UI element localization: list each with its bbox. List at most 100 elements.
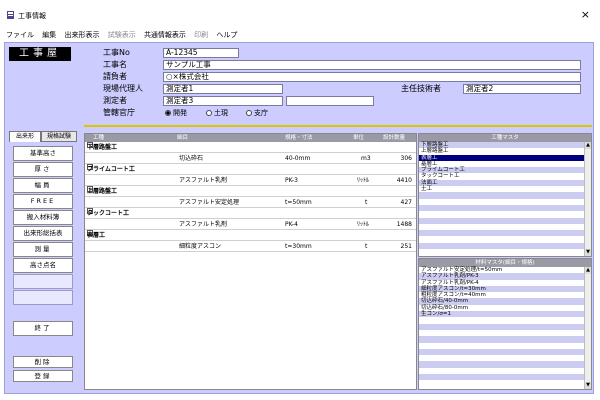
app-icon [7, 11, 14, 19]
sokutei-field[interactable]: 測定者3 [163, 96, 283, 106]
menu-shiken[interactable]: 試験表示 [108, 30, 136, 40]
row-unit: ﾘｯﾄﾙ [357, 221, 370, 228]
menu-kyotsu[interactable]: 共通情報表示 [144, 30, 186, 40]
shunin-field[interactable]: 測定者2 [463, 84, 581, 94]
close-icon[interactable]: × [581, 8, 590, 21]
register-button[interactable]: 登録 [13, 370, 73, 382]
row-qty: 251 [400, 243, 412, 250]
table-row[interactable]: 細粒度アスコン t=30mm t 251 [85, 241, 416, 252]
btn-dekigata-sokatsu[interactable]: 出来形総括表 [13, 226, 73, 241]
koshu-master-header: 工種マスタ [419, 134, 591, 142]
radio-dot [246, 110, 252, 116]
row-category: 上層路盤工 [87, 188, 118, 195]
btn-atsusa[interactable]: 厚さ [13, 162, 73, 177]
side-tabs: 出来形 規格試験 [9, 131, 77, 142]
btn-takasa-tenmei[interactable]: 高さ点名 [13, 258, 73, 273]
zairyo-master-header: 材料マスタ(細目・規格) [419, 259, 591, 267]
sokutei-label: 測定者 [103, 96, 127, 105]
radio-shicho[interactable]: 支庁 [246, 108, 268, 118]
row-category: プライムコート工 [87, 166, 135, 173]
table-row[interactable]: − 上層路盤工 [85, 186, 416, 197]
btn-kijun-takasa[interactable]: 基準高さ [13, 146, 73, 161]
row-category: タックコート工 [87, 210, 130, 217]
separator-line [84, 125, 592, 127]
radio-shicho-label: 支庁 [254, 109, 268, 117]
row-detail: 細粒度アスコン [179, 243, 222, 250]
delete-button[interactable]: 削除 [13, 356, 73, 368]
table-header: 工種 細目 規格・寸法 単位 設計数量 [85, 134, 416, 142]
scroll-up-icon[interactable]: ▲ [585, 267, 591, 274]
list-item-empty [419, 242, 591, 250]
radio-kaihatsu-label: 開発 [173, 109, 187, 117]
koji-name-label: 工事名 [103, 60, 127, 69]
menu-print[interactable]: 印刷 [194, 30, 208, 40]
row-unit: t [365, 199, 368, 206]
table-row[interactable]: 切込砕石 40-0mm m3 306 [85, 153, 416, 164]
title-bar: 工事情報 × [0, 0, 600, 30]
btn-free[interactable]: FREE [13, 194, 73, 209]
menu-file[interactable]: ファイル [6, 30, 34, 40]
row-detail: アスファルト安定処理 [179, 199, 240, 206]
menu-bar: ファイル 編集 出来形表示 試験表示 共通情報表示 印刷 ヘルプ [0, 30, 600, 40]
scroll-down-icon[interactable]: ▼ [585, 249, 591, 256]
side-empty-slot [13, 274, 73, 289]
row-spec: PK-3 [285, 177, 298, 184]
radio-dogen-label: 土現 [214, 109, 228, 117]
koshu-master-list: 工種マスタ 下層路盤工 上層路盤工 表層工 基層工 プライムコート工 タックコー… [418, 133, 592, 257]
koji-name-field[interactable]: サンプル工事 [163, 60, 581, 70]
menu-help[interactable]: ヘルプ [216, 30, 237, 40]
btn-hannyu-zairyo[interactable]: 搬入材料簿 [13, 210, 73, 225]
row-spec: 40-0mm [285, 155, 311, 162]
radio-dot-selected [165, 110, 171, 116]
menu-edit[interactable]: 編集 [42, 30, 56, 40]
work-items-table: 工種 細目 規格・寸法 単位 設計数量 − 下層路盤工 切込砕石 40-0mm m… [84, 133, 417, 390]
btn-fukuin[interactable]: 幅員 [13, 178, 73, 193]
side-empty-slot [13, 290, 73, 305]
genba-label: 現場代理人 [103, 84, 143, 93]
row-qty: 1488 [396, 221, 412, 228]
tab-dekigata[interactable]: 出来形 [9, 131, 41, 142]
radio-dot [206, 110, 212, 116]
col-sekkei: 設計数量 [383, 135, 406, 141]
tab-kikaku-shiken[interactable]: 規格試験 [41, 131, 77, 142]
table-row[interactable]: アスファルト安定処理 t=50mm t 427 [85, 197, 416, 208]
radio-dogen[interactable]: 土現 [206, 108, 228, 118]
zairyo-scrollbar[interactable]: ▲ ▼ [584, 267, 591, 389]
row-qty: 4410 [396, 177, 412, 184]
koji-no-field[interactable]: A-12345 [163, 48, 239, 58]
app-label: 工事屋 [9, 47, 71, 61]
list-item-empty [419, 374, 591, 381]
window-title: 工事情報 [18, 12, 46, 20]
row-unit: t [365, 243, 368, 250]
kanri-label: 管轄官庁 [103, 108, 135, 117]
koji-no-label: 工事No [103, 48, 130, 57]
row-spec: PK-4 [285, 221, 298, 228]
row-unit: ﾘｯﾄﾙ [357, 177, 370, 184]
scroll-down-icon[interactable]: ▼ [585, 382, 591, 389]
table-row[interactable]: アスファルト乳剤 PK-4 ﾘｯﾄﾙ 1488 [85, 219, 416, 230]
row-category: 下層路盤工 [87, 144, 118, 151]
btn-sokuryo[interactable]: 測量 [13, 242, 73, 257]
table-row[interactable]: − プライムコート工 [85, 164, 416, 175]
row-qty: 427 [400, 199, 412, 206]
radio-kaihatsu[interactable]: 開発 [165, 108, 187, 118]
table-row[interactable]: − タックコート工 [85, 208, 416, 219]
ukeoi-field[interactable]: ○×株式会社 [163, 72, 581, 82]
row-detail: 切込砕石 [179, 155, 204, 162]
shunin-label: 主任技術者 [401, 84, 441, 93]
table-row[interactable]: アスファルト乳剤 PK-3 ﾘｯﾄﾙ 4410 [85, 175, 416, 186]
table-row[interactable]: − 表層工 [85, 230, 416, 241]
genba-field[interactable]: 測定者1 [163, 84, 283, 94]
koshu-scrollbar[interactable]: ▲ ▼ [584, 142, 591, 256]
col-tani: 単位 [353, 135, 365, 141]
table-row[interactable]: − 下層路盤工 [85, 142, 416, 153]
finish-button[interactable]: 終了 [13, 321, 73, 336]
sokutei-field-2[interactable] [286, 96, 374, 106]
row-qty: 306 [400, 155, 412, 162]
scroll-up-icon[interactable]: ▲ [585, 142, 591, 149]
zairyo-master-list: 材料マスタ(細目・規格) アスファルト安定処理/t=50mm アスファルト乳剤/… [418, 258, 592, 390]
menu-dekigata[interactable]: 出来形表示 [64, 30, 99, 40]
row-spec: t=50mm [285, 199, 312, 206]
col-koshu: 工種 [93, 135, 105, 141]
ukeoi-label: 請負者 [103, 72, 127, 81]
